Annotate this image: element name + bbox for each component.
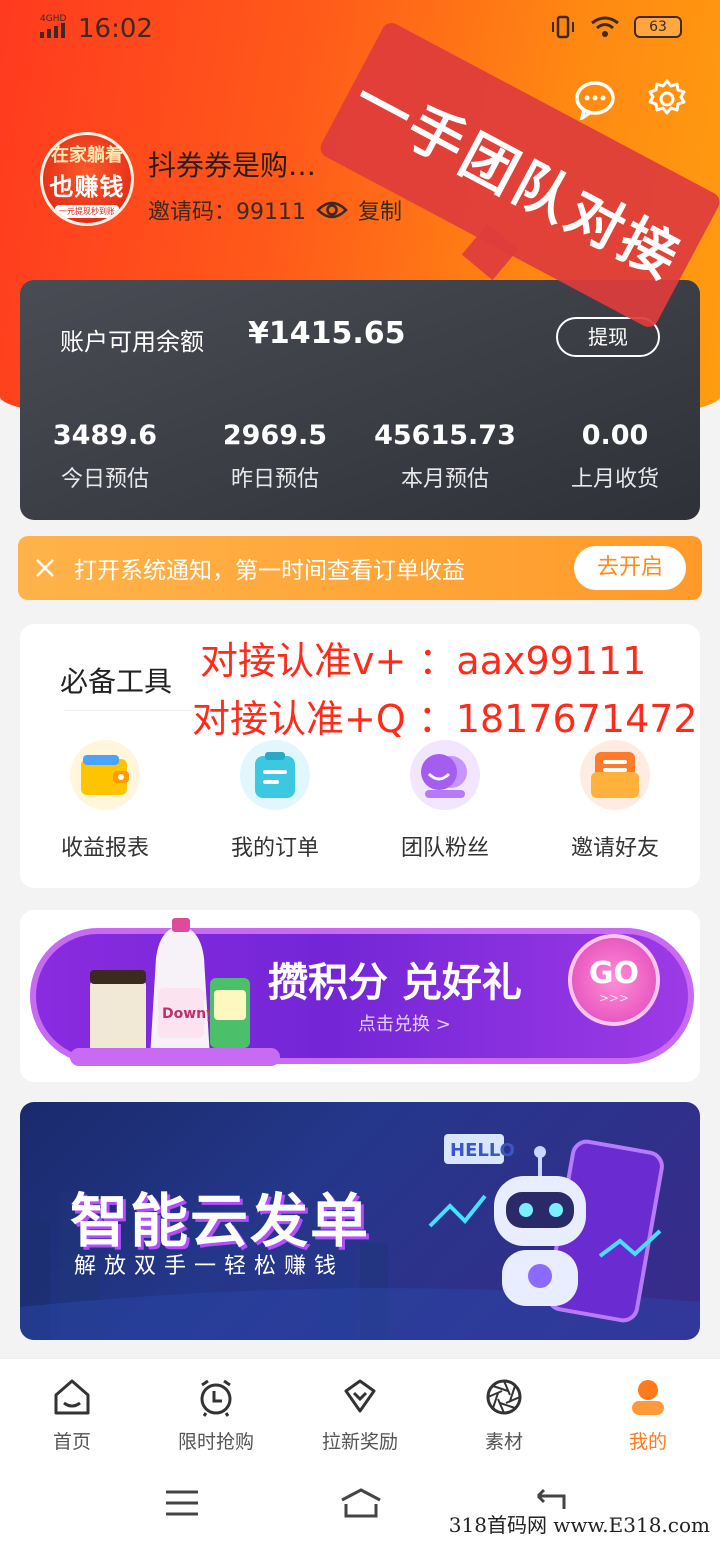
aperture-icon: [486, 1379, 522, 1415]
nav-label: 首页: [52, 1431, 91, 1453]
cloud-order-banner[interactable]: 智能云发单 解放双手一轻松赚钱 HELLO: [20, 1102, 700, 1340]
stat-label: 上月收货: [570, 467, 659, 492]
signal-icon: 4GHD: [40, 14, 66, 38]
tools-title: 必备工具: [60, 665, 173, 698]
products-illustration: Downy: [70, 918, 280, 1066]
status-time: 16:02: [78, 14, 153, 44]
tool-label: 邀请好友: [570, 836, 659, 861]
svg-text:Downy: Downy: [162, 1006, 215, 1022]
points-subtitle: 点击兑换 >: [358, 1014, 451, 1035]
nav-flash-sale[interactable]: 限时抢购: [144, 1359, 288, 1468]
avatar-line1: 在家躺着: [51, 144, 123, 166]
tool-invite-friends[interactable]: 邀请好友: [530, 740, 700, 862]
watermark: 318首码网 www.E318.com: [444, 1509, 714, 1538]
go-arrows: >>>: [598, 990, 630, 1005]
go-label: GO: [588, 955, 640, 991]
diamond-icon: [344, 1379, 376, 1413]
copy-button[interactable]: 复制: [358, 194, 402, 226]
nav-label: 拉新奖励: [321, 1431, 398, 1453]
invite-icon: [580, 740, 650, 810]
tool-my-orders[interactable]: 我的订单: [190, 740, 360, 862]
clock-icon: [200, 1379, 232, 1417]
invite-row: 邀请码：99111 复制: [148, 194, 402, 226]
nav-label: 素材: [484, 1431, 523, 1453]
nav-profile[interactable]: 我的: [576, 1359, 720, 1468]
message-icon[interactable]: [574, 78, 616, 120]
stat-last-month[interactable]: 0.00 上月收货: [530, 420, 700, 493]
stat-label: 本月预估: [400, 467, 489, 492]
menu-icon[interactable]: [162, 1486, 202, 1520]
notification-text: 打开系统通知，第一时间查看订单收益: [74, 558, 465, 584]
bottom-nav: 首页 限时抢购 拉新奖励 素材 我的: [0, 1358, 720, 1468]
nav-materials[interactable]: 素材: [432, 1359, 576, 1468]
go-button[interactable]: GO >>>: [568, 934, 660, 1026]
home-icon: [54, 1379, 90, 1415]
points-banner[interactable]: Downy 攒积分 兑好礼 点击兑换 > GO >>>: [20, 910, 700, 1082]
battery-icon: 63: [634, 16, 682, 38]
tool-earnings-report[interactable]: 收益报表: [20, 740, 190, 862]
avatar[interactable]: 在家躺着 也赚钱 一元提现秒到账: [40, 132, 134, 226]
wallet-icon: [70, 740, 140, 810]
enable-notification-button[interactable]: 去开启: [574, 546, 686, 590]
svg-text:HELLO: HELLO: [450, 1140, 515, 1161]
close-icon[interactable]: [34, 557, 56, 579]
status-right: 63: [550, 14, 682, 40]
tools-row: 收益报表 我的订单 团队粉丝 邀请好友: [20, 740, 700, 862]
nav-label: 限时抢购: [177, 1431, 254, 1453]
home-button-icon[interactable]: [338, 1486, 384, 1520]
nav-label: 我的: [628, 1431, 667, 1453]
nav-referral-reward[interactable]: 拉新奖励: [288, 1359, 432, 1468]
tool-label: 我的订单: [230, 836, 319, 861]
stat-yesterday[interactable]: 2969.5 昨日预估: [190, 420, 360, 493]
stat-value: 3489.6: [52, 420, 158, 451]
stat-label: 今日预估: [60, 467, 149, 492]
avatar-line2: 也赚钱: [49, 172, 125, 201]
order-icon: [240, 740, 310, 810]
stat-value: 2969.5: [222, 420, 328, 451]
notification-bar: 打开系统通知，第一时间查看订单收益 去开启: [18, 536, 702, 600]
stat-today[interactable]: 3489.6 今日预估: [20, 420, 190, 493]
robot-illustration: HELLO: [428, 1134, 664, 1323]
vibrate-icon: [552, 15, 574, 39]
status-bar: 4GHD 16:02 63: [0, 0, 720, 60]
balance-value: ¥1415.65: [248, 316, 406, 351]
points-title: 攒积分 兑好礼: [268, 960, 522, 1006]
tool-label: 收益报表: [60, 836, 149, 861]
stat-label: 昨日预估: [230, 467, 319, 492]
balance-label: 账户可用余额: [60, 328, 204, 356]
eye-icon[interactable]: [316, 199, 348, 221]
stats-row: 3489.6 今日预估 2969.5 昨日预估 45615.73 本月预估 0.…: [20, 420, 700, 493]
profile-icon: [632, 1380, 664, 1415]
cloud-title: 智能云发单: [70, 1187, 371, 1255]
nav-home[interactable]: 首页: [0, 1359, 144, 1468]
tool-team-fans[interactable]: 团队粉丝: [360, 740, 530, 862]
svg-text:4GHD: 4GHD: [40, 14, 66, 24]
invite-code: 邀请码：99111: [148, 200, 306, 225]
gear-icon[interactable]: [646, 78, 688, 120]
wifi-icon: [591, 16, 619, 37]
avatar-line3: 一元提现秒到账: [55, 204, 119, 218]
cloud-subtitle: 解放双手一轻松赚钱: [74, 1254, 345, 1279]
divider: [64, 710, 194, 711]
tool-label: 团队粉丝: [400, 836, 489, 861]
stat-value: 0.00: [581, 420, 649, 451]
stat-value: 45615.73: [374, 420, 516, 451]
overlay-contact-qq: 对接认准+Q ：1817671472: [192, 697, 698, 741]
balance-card: 账户可用余额 ¥1415.65 提现 3489.6 今日预估 2969.5 昨日…: [20, 280, 700, 520]
stat-this-month[interactable]: 45615.73 本月预估: [360, 420, 530, 493]
overlay-contact-wechat: 对接认准v+ ：aax99111: [200, 639, 647, 683]
user-name: 抖券券是购…: [148, 149, 317, 182]
team-icon: [410, 740, 480, 810]
